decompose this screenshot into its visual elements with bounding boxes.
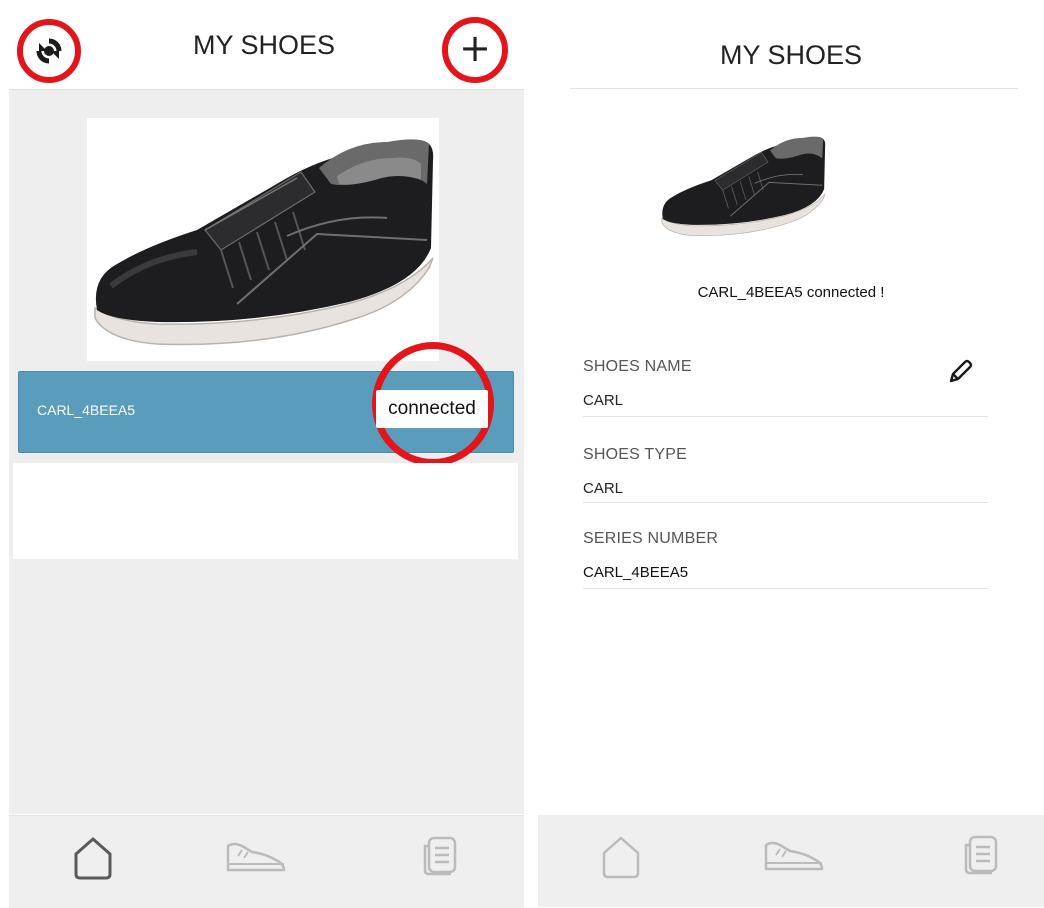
empty-list-slot (13, 463, 518, 559)
my-shoes-list-screen: MY SHOES + CARL_4BEEA5 connected (0, 0, 528, 908)
field-value: CARL (583, 392, 624, 409)
shoe-icon[interactable] (224, 840, 288, 876)
header-divider (570, 88, 1018, 89)
shoe-image (658, 100, 828, 270)
shoe-device-name: CARL_4BEEA5 (37, 402, 136, 418)
home-icon[interactable] (70, 834, 116, 882)
plus-icon: + (459, 26, 491, 70)
shoes-name-field: SHOES NAME CARL (583, 358, 988, 417)
shoes-type-field: SHOES TYPE CARL (583, 446, 988, 503)
refresh-button[interactable] (17, 19, 81, 83)
records-icon[interactable] (421, 834, 461, 878)
add-shoe-button[interactable]: + (442, 17, 508, 83)
series-number-field: SERIES NUMBER CARL_4BEEA5 (583, 530, 988, 589)
connection-message: CARL_4BEEA5 connected ! (697, 284, 885, 301)
bottom-tab-bar (9, 815, 524, 908)
field-label: SERIES NUMBER (583, 530, 719, 547)
refresh-icon (36, 38, 62, 64)
bottom-tab-bar (538, 815, 1044, 907)
field-divider (583, 502, 988, 503)
pencil-icon[interactable] (947, 359, 973, 385)
field-value: CARL_4BEEA5 (583, 564, 689, 581)
field-label: SHOES TYPE (583, 446, 687, 463)
field-value: CARL (583, 480, 624, 497)
connection-status-button[interactable]: connected (376, 390, 488, 428)
shoe-image (87, 118, 439, 361)
home-icon[interactable] (598, 833, 644, 881)
shoe-detail-screen: MY SHOES CARL_4BEEA5 connected ! SHOES N… (538, 0, 1044, 907)
field-divider (583, 588, 988, 589)
records-icon[interactable] (962, 833, 1002, 877)
page-title: MY SHOES (719, 40, 863, 70)
field-divider (583, 416, 988, 417)
shoe-list: CARL_4BEEA5 connected (9, 89, 524, 814)
field-label: SHOES NAME (583, 358, 692, 375)
page-title: MY SHOES (192, 30, 336, 60)
shoe-icon[interactable] (762, 839, 826, 875)
